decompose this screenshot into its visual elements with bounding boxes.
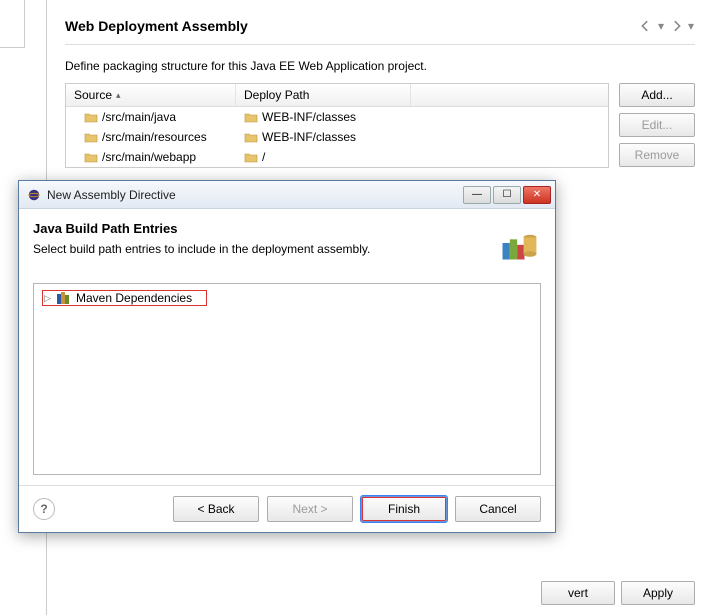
sort-asc-icon: ▴ <box>116 90 121 101</box>
dialog-header-subtitle: Select build path entries to include in … <box>33 242 497 256</box>
table-row[interactable]: /src/main/webapp / <box>66 147 608 167</box>
source-cell: /src/main/webapp <box>102 150 196 164</box>
dialog-title: New Assembly Directive <box>47 188 457 202</box>
back-arrow-icon[interactable] <box>637 18 655 34</box>
deploy-cell: / <box>262 150 265 164</box>
finish-button[interactable]: Finish <box>361 496 447 522</box>
folder-icon <box>84 151 98 163</box>
deploy-cell: WEB-INF/classes <box>262 130 356 144</box>
help-button[interactable]: ? <box>33 498 55 520</box>
table-row[interactable]: /src/main/java WEB-INF/classes <box>66 107 608 127</box>
assembly-table: Source ▴ Deploy Path /src/main/java WEB-I… <box>65 83 609 168</box>
maximize-button[interactable]: ☐ <box>493 186 521 204</box>
build-path-entries-list[interactable]: ▷ Maven Dependencies <box>33 283 541 475</box>
panel-title: Web Deployment Assembly <box>65 18 637 34</box>
folder-icon <box>244 111 258 123</box>
cancel-button[interactable]: Cancel <box>455 496 541 522</box>
table-row[interactable]: /src/main/resources WEB-INF/classes <box>66 127 608 147</box>
library-icon <box>56 291 72 305</box>
revert-button[interactable]: vert <box>541 581 615 605</box>
forward-arrow-icon[interactable] <box>667 18 685 34</box>
source-cell: /src/main/resources <box>102 130 207 144</box>
column-header-spacer <box>411 84 608 106</box>
minimize-button[interactable]: — <box>463 186 491 204</box>
forward-arrow-dropdown-icon[interactable]: ▾ <box>687 18 695 34</box>
back-arrow-dropdown-icon[interactable]: ▾ <box>657 18 665 34</box>
entry-label: Maven Dependencies <box>76 291 192 305</box>
folder-icon <box>244 151 258 163</box>
close-button[interactable]: ✕ <box>523 186 551 204</box>
new-assembly-directive-dialog: New Assembly Directive — ☐ ✕ Java Build … <box>18 180 556 533</box>
dialog-titlebar[interactable]: New Assembly Directive — ☐ ✕ <box>19 181 555 209</box>
books-jar-icon <box>497 221 541 265</box>
back-button[interactable]: < Back <box>173 496 259 522</box>
remove-button[interactable]: Remove <box>619 143 695 167</box>
next-button[interactable]: Next > <box>267 496 353 522</box>
apply-button[interactable]: Apply <box>621 581 695 605</box>
column-header-source[interactable]: Source ▴ <box>66 84 236 106</box>
nav-arrows: ▾ ▾ <box>637 18 695 34</box>
expand-arrow-icon[interactable]: ▷ <box>44 293 52 304</box>
folder-icon <box>84 111 98 123</box>
edit-button[interactable]: Edit... <box>619 113 695 137</box>
entry-maven-dependencies[interactable]: ▷ Maven Dependencies <box>42 290 207 306</box>
outline-stub <box>0 0 25 48</box>
dialog-header-title: Java Build Path Entries <box>33 221 497 236</box>
folder-icon <box>84 131 98 143</box>
source-cell: /src/main/java <box>102 110 176 124</box>
eclipse-icon <box>27 188 41 202</box>
column-header-deploy[interactable]: Deploy Path <box>236 84 411 106</box>
add-button[interactable]: Add... <box>619 83 695 107</box>
panel-description: Define packaging structure for this Java… <box>65 59 695 73</box>
folder-icon <box>244 131 258 143</box>
deploy-cell: WEB-INF/classes <box>262 110 356 124</box>
